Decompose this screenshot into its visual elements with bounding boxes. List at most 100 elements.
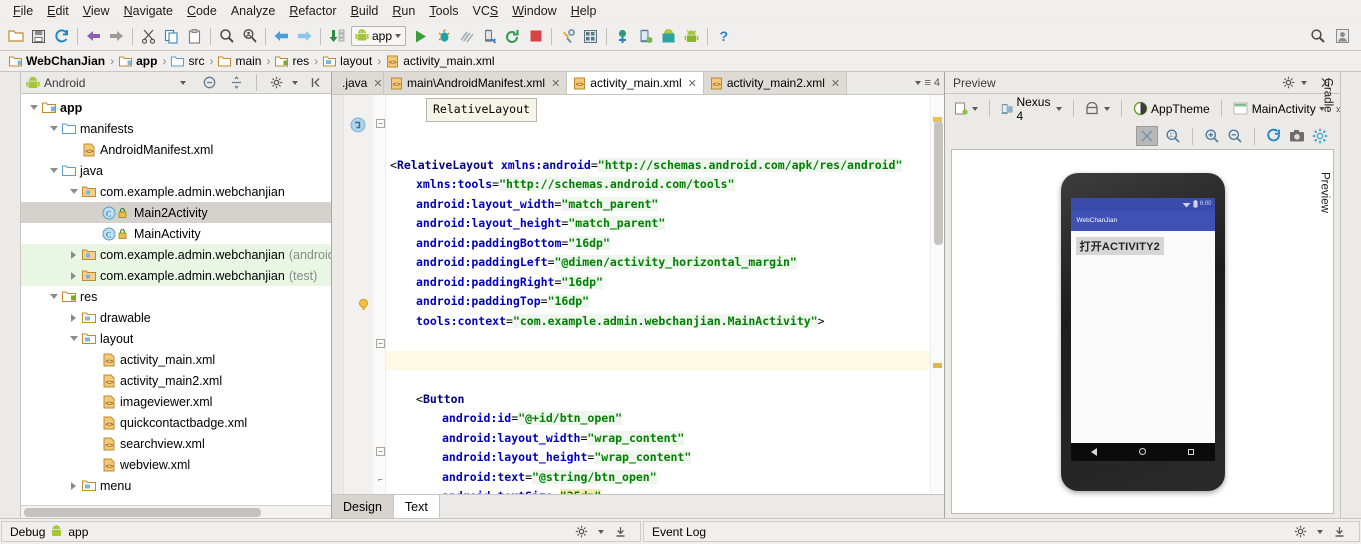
tree-item-res[interactable]: res (21, 286, 331, 307)
fold-marker-close-button[interactable]: − (376, 447, 385, 456)
device-selector[interactable]: Nexus 4 (998, 95, 1065, 123)
find-usages-icon[interactable] (238, 25, 261, 48)
cut-icon[interactable] (137, 25, 160, 48)
close-icon[interactable]: ✕ (688, 77, 697, 90)
tree-item-webview-xml[interactable]: <> webview.xml (21, 454, 331, 475)
preview-config-button[interactable] (951, 102, 981, 116)
menu-item-help[interactable]: Help (564, 2, 604, 20)
debug-tool-window-button[interactable]: Debug app (1, 521, 641, 542)
zoom-in-icon[interactable] (1204, 128, 1220, 144)
run-configuration-selector[interactable]: app (351, 26, 407, 46)
gear-icon[interactable] (1277, 71, 1300, 94)
back-nav-icon[interactable] (1091, 447, 1098, 456)
gear-icon[interactable] (265, 71, 288, 94)
tree-item-app[interactable]: app (21, 97, 331, 118)
chevron-down-icon[interactable] (27, 105, 40, 110)
tree-item-drawable[interactable]: drawable (21, 307, 331, 328)
tab-list-icon[interactable]: ≡ (924, 77, 930, 89)
tree-item-manifests[interactable]: manifests (21, 118, 331, 139)
user-account-icon[interactable] (1331, 25, 1354, 48)
editor-gutter-icons[interactable] (344, 95, 373, 494)
menu-item-edit[interactable]: Edit (40, 2, 76, 20)
fold-marker-open[interactable]: − (376, 119, 385, 128)
hide-icon[interactable] (609, 520, 632, 543)
find-icon[interactable] (215, 25, 238, 48)
zoom-actual-icon[interactable]: 1:1 (1165, 128, 1181, 144)
fold-marker-button[interactable]: − (376, 339, 385, 348)
chevron-down-icon[interactable] (1056, 106, 1063, 111)
breadcrumb-item-app[interactable]: app (117, 54, 159, 68)
rerun-icon[interactable] (501, 25, 524, 48)
code-content[interactable]: RelativeLayout <RelativeLayout xmlns:and… (386, 95, 930, 494)
help-icon[interactable]: ? (712, 25, 735, 48)
navigate-forward-icon[interactable] (293, 25, 316, 48)
close-icon[interactable]: ✕ (551, 77, 560, 90)
editor-tab-activity-main[interactable]: <> activity_main.xml ✕ (567, 72, 704, 94)
code-line[interactable]: android:paddingBottom="16dp" (386, 234, 930, 254)
chevron-down-icon[interactable] (47, 126, 60, 131)
fold-marker-root-end[interactable]: ⌐ (376, 476, 385, 485)
android-device-icon[interactable] (680, 25, 703, 48)
menu-item-window[interactable]: Window (505, 2, 563, 20)
run-icon[interactable] (409, 25, 432, 48)
tree-item-menu[interactable]: menu (21, 475, 331, 496)
code-line[interactable]: android:layout_height="wrap_content" (386, 448, 930, 468)
chevron-down-icon[interactable] (180, 80, 186, 85)
menu-item-navigate[interactable]: Navigate (117, 2, 180, 20)
code-line[interactable]: android:layout_width="wrap_content" (386, 429, 930, 449)
chevron-right-icon[interactable] (67, 250, 80, 259)
breadcrumb-item-src[interactable]: src (169, 54, 206, 68)
editor-tab-manifest[interactable]: <> main\AndroidManifest.xml ✕ (384, 72, 568, 94)
tree-item-com-example-admin-webchanjian[interactable]: com.example.admin.webchanjian (test) (21, 265, 331, 286)
stop-icon[interactable] (524, 25, 547, 48)
project-tree[interactable]: app manifests <> AndroidManifest.xml java com… (21, 94, 331, 505)
menu-item-analyze[interactable]: Analyze (224, 2, 282, 20)
breadcrumb-item-project[interactable]: WebChanJian (7, 54, 107, 68)
avd-manager-icon[interactable] (611, 25, 634, 48)
device-screen[interactable]: 6:00 WebChanJian 打开ACTIVITY2 (1070, 197, 1215, 461)
expand-all-icon[interactable] (225, 71, 248, 94)
editor-fold-gutter[interactable]: − − − ⌐ (373, 95, 386, 494)
breadcrumb-item-main[interactable]: main (216, 54, 263, 68)
editor-marker-gutter[interactable] (930, 95, 944, 494)
tree-item-com-example-admin-webchanjian[interactable]: com.example.admin.webchanjian (21, 181, 331, 202)
zoom-fit-icon[interactable] (1136, 126, 1158, 146)
gear-chevron-icon[interactable] (1301, 80, 1307, 85)
tree-item-activity-main-xml[interactable]: <> activity_main.xml (21, 349, 331, 370)
close-icon[interactable]: ✕ (373, 77, 382, 90)
navigate-back-icon[interactable] (270, 25, 293, 48)
tool-window-button-preview[interactable]: Preview (1319, 172, 1331, 213)
theme-selector[interactable]: AppTheme (1130, 101, 1213, 116)
intention-bulb-icon[interactable] (358, 298, 369, 312)
editor-vscrollbar-thumb[interactable] (934, 121, 943, 245)
activity-selector[interactable]: MainActivity (1230, 102, 1328, 116)
code-line[interactable]: xmlns:tools="http://schemas.android.com/… (386, 175, 930, 195)
menu-item-refactor[interactable]: Refactor (282, 2, 343, 20)
device-monitor-icon[interactable] (634, 25, 657, 48)
device-content-area[interactable]: 打开ACTIVITY2 (1070, 230, 1215, 443)
editor-tab-overflow[interactable]: ≡ 4 (911, 72, 944, 94)
forward-arrow-icon[interactable] (105, 25, 128, 48)
tree-item-searchview-xml[interactable]: <> searchview.xml (21, 433, 331, 454)
chevron-down-icon[interactable] (1104, 106, 1111, 111)
tab-design[interactable]: Design (332, 495, 394, 518)
code-line[interactable]: android:layout_width="match_parent" (386, 195, 930, 215)
code-line[interactable]: <RelativeLayout xmlns:android="http://sc… (386, 156, 930, 176)
code-line[interactable] (386, 331, 930, 351)
code-line[interactable]: android:paddingLeft="@dimen/activity_hor… (386, 253, 930, 273)
chevron-down-icon[interactable] (47, 168, 60, 173)
compile-icon[interactable] (325, 25, 348, 48)
gear-icon[interactable] (570, 520, 593, 543)
code-line[interactable]: android:paddingRight="16dp" (386, 273, 930, 293)
sync-icon[interactable] (50, 25, 73, 48)
code-line[interactable]: android:id="@+id/btn_open" (386, 409, 930, 429)
tree-item-androidmanifest-xml[interactable]: <> AndroidManifest.xml (21, 139, 331, 160)
menu-item-view[interactable]: View (76, 2, 117, 20)
zoom-out-icon[interactable] (1227, 128, 1243, 144)
screenshot-icon[interactable] (1289, 129, 1305, 143)
chevron-right-icon[interactable] (67, 481, 80, 490)
open-folder-icon[interactable] (4, 25, 27, 48)
code-line[interactable]: android:textSize="35dp" (386, 487, 930, 494)
code-line[interactable]: android:paddingTop="16dp" (386, 292, 930, 312)
hide-icon[interactable] (1328, 520, 1351, 543)
